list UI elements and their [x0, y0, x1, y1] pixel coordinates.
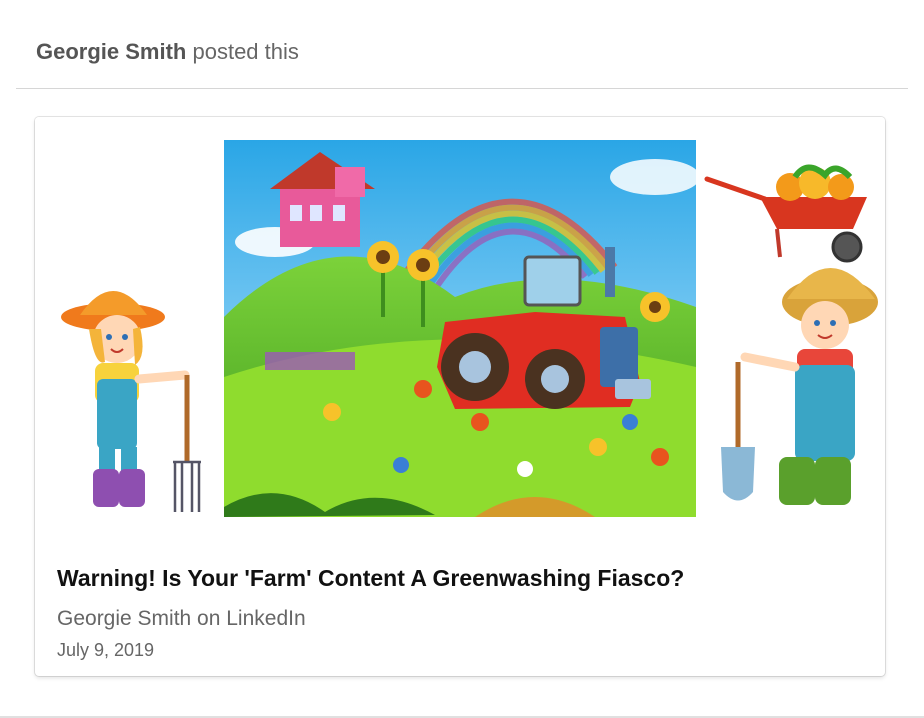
post-action-text: posted this	[192, 39, 299, 64]
post-author-name[interactable]: Georgie Smith	[36, 39, 186, 64]
article-title[interactable]: Warning! Is Your 'Farm' Content A Greenw…	[57, 563, 857, 593]
farm-scene-icon	[224, 140, 700, 517]
farmer-boy-icon	[721, 268, 878, 505]
article-source: Georgie Smith on LinkedIn	[57, 607, 306, 630]
header-divider	[16, 88, 908, 89]
post-container: Georgie Smith posted this Warning! Is Yo…	[0, 0, 924, 718]
wheelbarrow-icon	[704, 164, 867, 263]
article-card[interactable]: Warning! Is Your 'Farm' Content A Greenw…	[35, 117, 885, 676]
article-date: July 9, 2019	[57, 640, 155, 660]
farmer-girl-icon	[61, 291, 201, 512]
article-image[interactable]	[35, 117, 885, 533]
post-header: Georgie Smith posted this	[36, 38, 299, 66]
